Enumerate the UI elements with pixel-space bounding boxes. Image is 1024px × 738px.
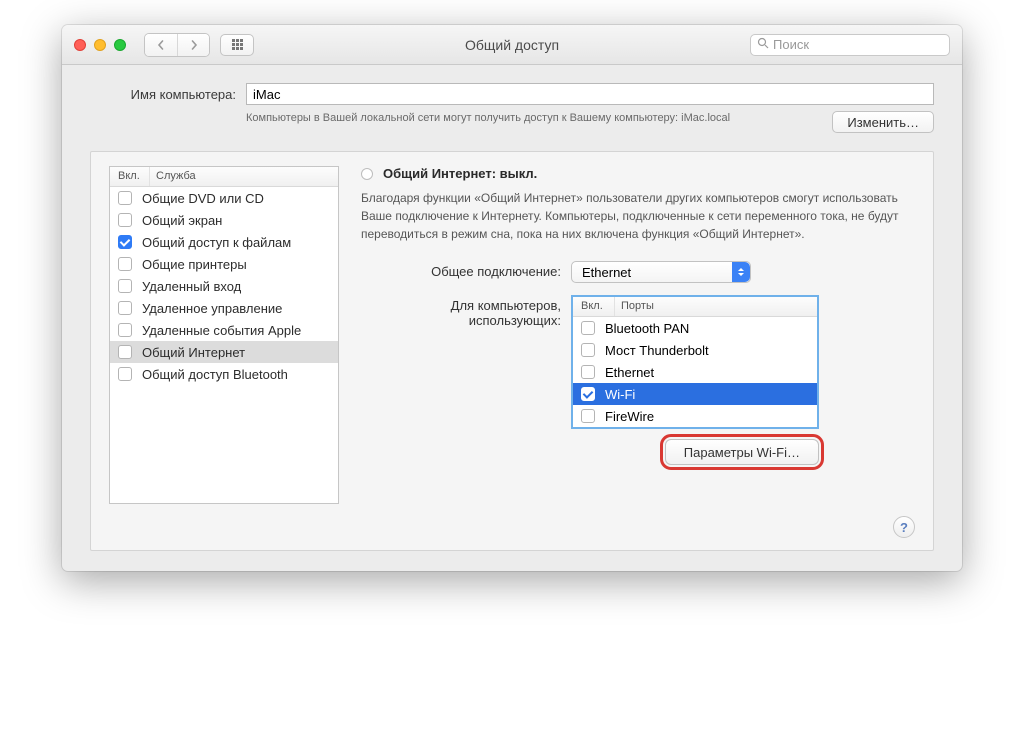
port-checkbox[interactable] [581, 387, 595, 401]
minimize-icon[interactable] [94, 39, 106, 51]
search-icon [757, 37, 769, 52]
close-icon[interactable] [74, 39, 86, 51]
service-checkbox[interactable] [118, 345, 132, 359]
connection-row: Общее подключение: Ethernet [361, 261, 915, 283]
port-label: Bluetooth PAN [605, 321, 689, 336]
forward-button[interactable] [177, 34, 209, 56]
service-checkbox[interactable] [118, 301, 132, 315]
computer-name-description: Компьютеры в Вашей локальной сети могут … [246, 111, 832, 133]
zoom-icon[interactable] [114, 39, 126, 51]
header-on: Вкл. [110, 167, 150, 186]
connection-value: Ethernet [582, 265, 631, 280]
port-row[interactable]: Ethernet [573, 361, 817, 383]
search-field[interactable]: Поиск [750, 34, 950, 56]
wifi-options-button[interactable]: Параметры Wi-Fi… [665, 439, 819, 465]
status-indicator-icon [361, 168, 373, 180]
service-checkbox[interactable] [118, 235, 132, 249]
sharing-panel: Вкл. Служба Общие DVD или CD Общий экран О… [90, 151, 934, 551]
port-checkbox[interactable] [581, 409, 595, 423]
computer-name-desc-row: Компьютеры в Вашей локальной сети могут … [90, 111, 934, 133]
ports-label: Для компьютеров, использующих: [361, 295, 571, 328]
service-label: Общий экран [142, 213, 222, 228]
preferences-window: Общий доступ Поиск Имя компьютера: Компь… [62, 25, 962, 571]
service-detail: Общий Интернет: выкл. Благодаря функции … [339, 166, 915, 534]
port-row[interactable]: Wi-Fi [573, 383, 817, 405]
ports-header: Вкл. Порты [573, 297, 817, 317]
port-label: FireWire [605, 409, 654, 424]
service-label: Удаленный вход [142, 279, 241, 294]
service-row[interactable]: Общие принтеры [110, 253, 338, 275]
ports-row: Для компьютеров, использующих: Вкл. Порт… [361, 295, 915, 465]
service-row[interactable]: Удаленные события Apple [110, 319, 338, 341]
ports-header-on: Вкл. [573, 297, 615, 316]
chevron-left-icon [156, 40, 166, 50]
port-row[interactable]: Bluetooth PAN [573, 317, 817, 339]
service-label: Удаленное управление [142, 301, 282, 316]
computer-name-input[interactable] [246, 83, 934, 105]
port-checkbox[interactable] [581, 343, 595, 357]
service-checkbox[interactable] [118, 323, 132, 337]
service-label: Удаленные события Apple [142, 323, 301, 338]
port-checkbox[interactable] [581, 365, 595, 379]
service-checkbox[interactable] [118, 279, 132, 293]
service-checkbox[interactable] [118, 191, 132, 205]
computer-name-label: Имя компьютера: [90, 87, 246, 102]
service-row[interactable]: Общий доступ к файлам [110, 231, 338, 253]
service-checkbox[interactable] [118, 257, 132, 271]
port-row[interactable]: FireWire [573, 405, 817, 427]
port-label: Ethernet [605, 365, 654, 380]
service-row[interactable]: Удаленное управление [110, 297, 338, 319]
port-label: Мост Thunderbolt [605, 343, 709, 358]
wifi-params-row: Параметры Wi-Fi… [571, 439, 819, 465]
grid-icon [232, 39, 243, 50]
change-name-button[interactable]: Изменить… [832, 111, 934, 133]
header-service: Служба [150, 167, 196, 186]
connection-label: Общее подключение: [361, 261, 571, 279]
service-description: Благодаря функции «Общий Интернет» польз… [361, 189, 915, 243]
service-checkbox[interactable] [118, 367, 132, 381]
computer-name-row: Имя компьютера: [90, 83, 934, 105]
service-status: Общий Интернет: выкл. [361, 166, 915, 181]
service-row[interactable]: Общий доступ Bluetooth [110, 363, 338, 385]
port-checkbox[interactable] [581, 321, 595, 335]
service-label: Общие принтеры [142, 257, 247, 272]
services-list[interactable]: Вкл. Служба Общие DVD или CD Общий экран О… [109, 166, 339, 504]
service-label: Общий доступ к файлам [142, 235, 291, 250]
search-placeholder: Поиск [773, 37, 809, 52]
back-button[interactable] [145, 34, 177, 56]
titlebar: Общий доступ Поиск [62, 25, 962, 65]
window-body: Имя компьютера: Компьютеры в Вашей локал… [62, 65, 962, 571]
help-button[interactable]: ? [893, 516, 915, 538]
window-controls [74, 39, 126, 51]
service-label: Общий доступ Bluetooth [142, 367, 288, 382]
port-label: Wi-Fi [605, 387, 635, 402]
select-arrows-icon [732, 262, 750, 282]
services-header: Вкл. Служба [110, 167, 338, 187]
connection-select[interactable]: Ethernet [571, 261, 751, 283]
service-row[interactable]: Общий Интернет [110, 341, 338, 363]
ports-header-name: Порты [615, 297, 654, 316]
service-row[interactable]: Удаленный вход [110, 275, 338, 297]
show-all-button[interactable] [220, 34, 254, 56]
service-label: Общий Интернет [142, 345, 245, 360]
nav-back-forward [144, 33, 210, 57]
service-row[interactable]: Общие DVD или CD [110, 187, 338, 209]
service-label: Общие DVD или CD [142, 191, 264, 206]
ports-list[interactable]: Вкл. Порты Bluetooth PAN Мост Thunderbolt… [571, 295, 819, 429]
port-row[interactable]: Мост Thunderbolt [573, 339, 817, 361]
chevron-right-icon [189, 40, 199, 50]
status-text: Общий Интернет: выкл. [383, 166, 537, 181]
service-row[interactable]: Общий экран [110, 209, 338, 231]
service-checkbox[interactable] [118, 213, 132, 227]
